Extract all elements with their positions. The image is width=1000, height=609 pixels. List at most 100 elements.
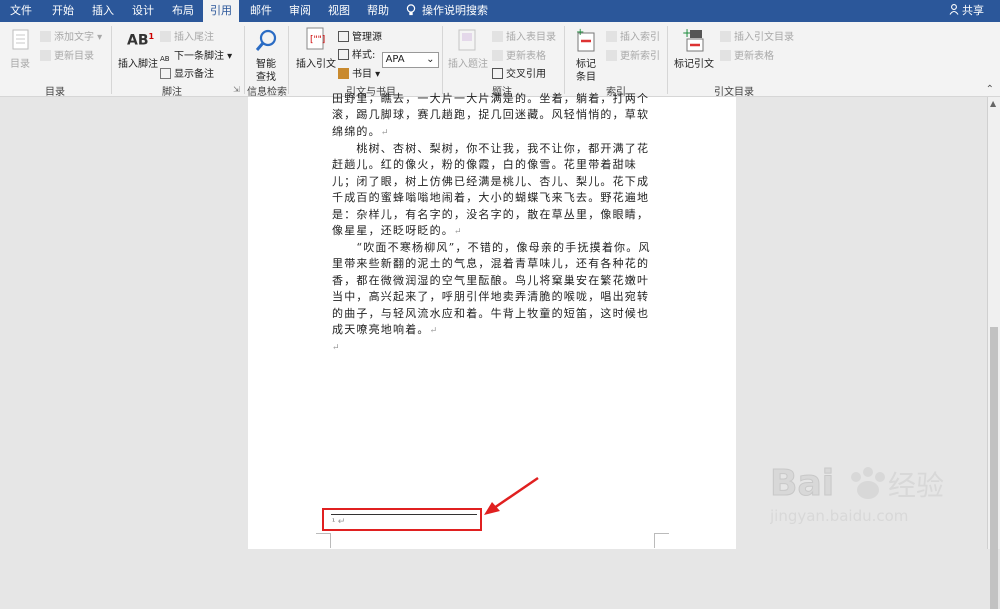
smart-lookup-label-2: 查找	[256, 72, 276, 83]
insert-index-label: 插入索引	[620, 32, 660, 43]
tab-file[interactable]: 文件	[4, 0, 38, 22]
tell-me-label: 操作说明搜索	[422, 4, 488, 17]
toc-label: 目录	[10, 59, 30, 70]
paragraph-mark: ↵	[429, 326, 439, 337]
group-divider	[667, 26, 668, 94]
show-notes-icon	[160, 68, 171, 79]
margin-corner-mark	[654, 533, 669, 548]
manage-sources-label: 管理源	[352, 32, 382, 43]
svg-text:[""]: [""]	[310, 35, 325, 45]
lightbulb-icon	[406, 2, 416, 16]
annotation-arrow	[484, 476, 539, 515]
citation-icon: [""]	[305, 27, 327, 50]
paragraph: 田野里，瞧去，一大片一大片满是的。坐着，躺着，打两个滚，踢几脚球，赛几趟跑，捉几…	[332, 91, 654, 139]
share-label: 共享	[962, 4, 984, 17]
svg-text:经验: 经验	[888, 469, 944, 502]
tab-insert[interactable]: 插入	[86, 0, 120, 22]
add-text-label: 添加文字	[54, 32, 94, 43]
tab-references[interactable]: 引用	[203, 0, 239, 22]
paragraph-text: 桃树、杏树、梨树，你不让我，我不让你，都开满了花赶趟儿。红的像火，粉的像霞，白的…	[332, 142, 650, 238]
index-icon	[606, 31, 617, 42]
baidu-paw-logo: Bai 经验 jingyan.baidu.com	[769, 463, 944, 526]
insert-citation-label: 插入引文	[296, 59, 336, 70]
tab-home[interactable]: 开始	[46, 0, 80, 22]
tab-view[interactable]: 视图	[322, 0, 356, 22]
collapse-ribbon-icon[interactable]: ⌃	[986, 84, 994, 95]
search-icon	[255, 28, 277, 51]
paragraph-mark: ↵	[380, 127, 390, 138]
mark-entry-icon: +	[575, 27, 597, 52]
highlight-box	[322, 508, 482, 531]
cross-reference-icon	[492, 68, 503, 79]
paragraph-text: 田野里，瞧去，一大片一大片满是的。坐着，躺着，打两个滚，踢几脚球，赛几趟跑，捉几…	[332, 92, 650, 138]
next-footnote-button[interactable]: AB 下一条脚注 ▾	[160, 47, 232, 65]
insert-toa-button[interactable]: 插入引文目录	[720, 28, 794, 43]
ribbon-tab-bar: 文件 开始 插入 设计 布局 引用 邮件 审阅 视图 帮助 操作说明搜索 共享	[0, 0, 1000, 22]
add-text-button[interactable]: 添加文字 ▾	[40, 28, 102, 43]
paragraph-mark: ↵	[454, 227, 463, 238]
style-icon	[338, 49, 349, 60]
tab-review[interactable]: 审阅	[283, 0, 317, 22]
paragraph: “吹面不寒杨柳风”，不错的，像母亲的手抚摸着你。风里带来些新翻的泥土的气息，混着…	[332, 240, 654, 339]
group-label-footnotes: 脚注	[162, 87, 182, 98]
tell-me-search[interactable]: 操作说明搜索	[406, 0, 488, 22]
endnote-icon	[160, 31, 171, 42]
group-divider	[288, 26, 289, 94]
paragraph: 桃树、杏树、梨树，你不让我，我不让你，都开满了花赶趟儿。红的像火，粉的像霞，白的…	[332, 141, 654, 240]
update-figures-table-button[interactable]: 更新表格	[492, 47, 546, 62]
insert-table-of-figures-label: 插入表目录	[506, 32, 556, 43]
share-button[interactable]: 共享	[949, 0, 984, 22]
dialog-launcher-icon[interactable]: ⇲	[233, 85, 240, 94]
bibliography-label: 书目	[352, 69, 372, 80]
show-notes-button[interactable]: 显示备注	[160, 65, 214, 80]
group-divider	[564, 26, 565, 94]
group-label-research: 信息检索	[247, 87, 287, 98]
svg-text:+: +	[576, 27, 584, 38]
refresh-icon	[492, 50, 503, 61]
refresh-icon	[606, 50, 617, 61]
empty-paragraph-mark: ↵	[332, 343, 341, 353]
group-label-authorities: 引文目录	[714, 87, 754, 98]
baidu-watermark: Bai 经验 jingyan.baidu.com	[769, 455, 990, 535]
add-text-icon	[40, 31, 51, 42]
bibliography-button[interactable]: 书目 ▾	[338, 65, 380, 80]
chevron-down-icon: ⌄	[426, 54, 435, 65]
toc-icon	[10, 29, 32, 51]
refresh-icon	[720, 50, 731, 61]
tab-design[interactable]: 设计	[126, 0, 160, 22]
tab-help[interactable]: 帮助	[361, 0, 395, 22]
insert-endnote-button[interactable]: 插入尾注	[160, 28, 214, 43]
group-divider	[244, 26, 245, 94]
scrollbar-thumb[interactable]	[990, 327, 998, 609]
update-toa-label: 更新表格	[734, 51, 774, 62]
tab-mailings[interactable]: 邮件	[244, 0, 278, 22]
cross-reference-label: 交叉引用	[506, 69, 546, 80]
insert-index-button[interactable]: 插入索引	[606, 28, 660, 43]
insert-table-of-figures-button[interactable]: 插入表目录	[492, 28, 556, 43]
show-notes-label: 显示备注	[174, 69, 214, 80]
update-index-button[interactable]: 更新索引	[606, 47, 660, 62]
update-toc-label: 更新目录	[54, 51, 94, 62]
svg-text:Bai: Bai	[770, 463, 834, 504]
scroll-up-icon[interactable]: ▲	[990, 99, 996, 108]
mark-citation-icon: +	[682, 26, 704, 52]
insert-footnote-label: 插入脚注	[118, 59, 158, 70]
cross-reference-button[interactable]: 交叉引用	[492, 65, 546, 80]
insert-endnote-label: 插入尾注	[174, 32, 214, 43]
footnote-ab-icon: AB1	[127, 32, 155, 49]
update-figures-table-label: 更新表格	[506, 51, 546, 62]
manage-sources-button[interactable]: 管理源	[338, 28, 382, 43]
ribbon: 目录 添加文字 ▾ 更新目录 目录 AB1 插入脚注 插入尾注 AB 下一条脚注 …	[0, 22, 1000, 98]
tab-layout[interactable]: 布局	[166, 0, 200, 22]
margin-corner-mark	[316, 533, 331, 548]
style-dropdown[interactable]: APA ⌄	[381, 52, 439, 68]
group-divider	[442, 26, 443, 94]
update-toc-button[interactable]: 更新目录	[40, 47, 94, 62]
person-icon	[949, 1, 959, 15]
manage-sources-icon	[338, 31, 349, 42]
insert-caption-label: 插入题注	[448, 59, 488, 70]
mark-entry-label-2: 条目	[576, 72, 596, 83]
paragraph-text: “吹面不寒杨柳风”，不错的，像母亲的手抚摸着你。风里带来些新翻的泥土的气息，混着…	[332, 241, 651, 337]
table-of-figures-icon	[492, 31, 503, 42]
update-toa-button[interactable]: 更新表格	[720, 47, 774, 62]
